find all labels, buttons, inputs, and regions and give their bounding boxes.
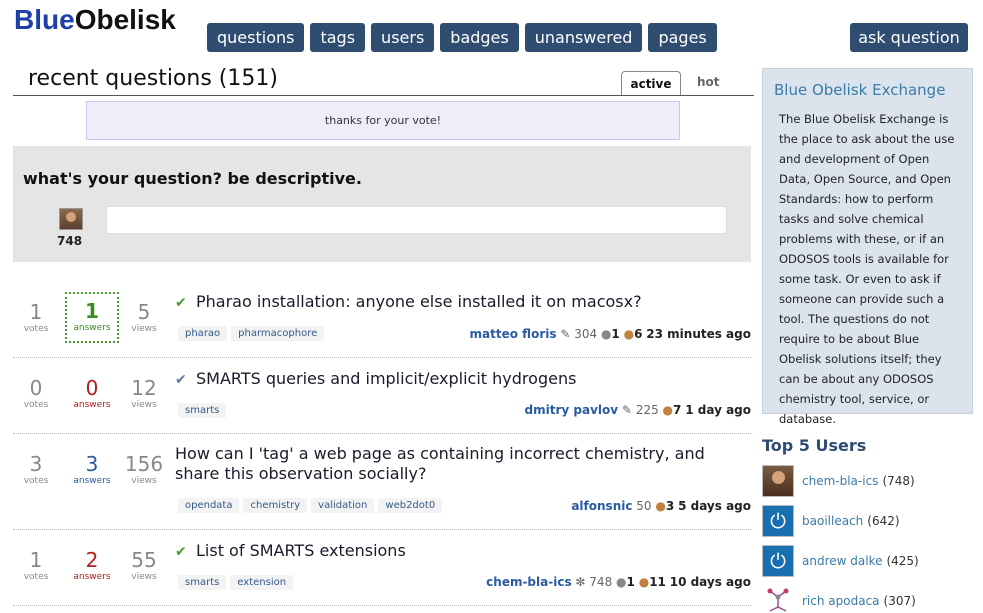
about-box: Blue Obelisk Exchange The Blue Obelisk E… [762,68,973,426]
tag-list: smarts [178,403,227,418]
question-title[interactable]: How can I 'tag' a web page as containing… [175,444,735,484]
bronze-badge-icon: ● [623,327,635,341]
votes-count: 1 votes [23,548,49,582]
user-link[interactable]: dmitry pavlov [525,403,619,417]
views-count: 55 views [131,548,157,582]
bronze-badge-icon: ● [655,499,666,513]
user-score: 748 [57,234,83,248]
top-user-name[interactable]: andrew dalke [802,554,882,568]
top-user-name[interactable]: baoilleach [802,514,863,528]
question-meta: alfonsnic 50 ●3 5 days ago [571,499,751,513]
heading-divider [13,95,754,96]
main-nav: questions tags users badges unanswered p… [207,23,717,52]
user-link[interactable]: matteo floris [470,327,557,341]
nav-questions[interactable]: questions [207,23,305,52]
tag-pharao[interactable]: pharao [178,326,228,341]
votes-count: 1 votes [23,300,49,334]
tag-web2dot0[interactable]: web2dot0 [378,498,443,513]
silver-badge-icon: ● [616,575,627,589]
question-meta: matteo floris ✎ 304 ●1 ●6 23 minutes ago [469,327,751,341]
tab-active[interactable]: active [621,71,681,96]
nav-pages[interactable]: pages [648,23,717,52]
tag-list: pharao pharmacophore [178,326,325,341]
question-row: 1 votes 1 answers 5 views ✔ Pharao installat… [13,292,751,348]
row-divider [13,357,751,358]
question-input[interactable] [106,206,727,234]
moderator-icon: ✻ [575,575,590,589]
top-user-score: (425) [886,554,919,568]
question-row: 3 votes 3 answers 156 views How can I 'tag'… [13,444,751,516]
question-meta: dmitry pavlov ✎ 225 ●7 1 day ago [524,403,751,417]
bronze-badge-icon: ● [638,575,650,589]
avatar [762,545,794,577]
nav-badges[interactable]: badges [440,23,519,52]
about-text: The Blue Obelisk Exchange is the place t… [779,112,955,426]
nav-users[interactable]: users [371,23,435,52]
question-title[interactable]: ✔ Pharao installation: anyone else instal… [175,292,745,313]
nav-unanswered[interactable]: unanswered [524,23,643,52]
question-title[interactable]: ✔ List of SMARTS extensions [175,541,745,562]
tag-list: smarts extension [178,575,294,590]
tag-smarts[interactable]: smarts [178,403,227,418]
tab-hot[interactable]: hot [697,75,720,89]
tag-pharmacophore[interactable]: pharmacophore [231,326,325,341]
top-user-name[interactable]: rich apodaca [802,594,880,608]
checkmark-icon: ✔ [175,372,187,388]
edit-icon: ✎ [560,327,575,341]
question-row: 1 votes 2 answers 55 views ✔ List of SMARTS … [13,541,751,597]
top-users-title: Top 5 Users [762,436,867,455]
avatar [59,208,83,230]
site-logo[interactable]: BlueObelisk [14,4,176,36]
bronze-badge-icon: ● [662,403,674,417]
top-user-item[interactable]: rich apodaca (307) [762,585,916,613]
answers-count: 0 answers [73,376,111,410]
ask-box-title: what's your question? be descriptive. [23,169,362,188]
checkmark-icon: ✔ [175,295,187,311]
question-row: 0 votes 0 answers 12 views ✔ SMARTS queries … [13,369,751,425]
tag-validation[interactable]: validation [311,498,375,513]
top-user-item[interactable]: andrew dalke (425) [762,545,919,577]
row-divider [13,605,751,606]
page-title: recent questions (151) [28,66,278,91]
ask-box: what's your question? be descriptive. 74… [13,146,751,262]
answers-count: 1 answers [65,292,119,343]
question-meta: chem-bla-ics ✻ 748 ●1 ●11 10 days ago [486,575,751,589]
row-divider [13,433,751,434]
avatar [762,465,794,497]
silver-badge-icon: ● [600,327,612,341]
views-count: 5 views [131,300,157,334]
checkmark-icon: ✔ [175,544,187,560]
answers-count: 2 answers [73,548,111,582]
question-title[interactable]: ✔ SMARTS queries and implicit/explicit hy… [175,369,745,390]
molecule-icon [762,585,794,613]
ask-question-button[interactable]: ask question [850,23,968,52]
views-count: 156 views [124,452,164,486]
top-user-score: (307) [883,594,916,608]
votes-count: 3 votes [23,452,49,486]
avatar [762,505,794,537]
row-divider [13,529,751,530]
tag-extension[interactable]: extension [230,575,294,590]
edit-icon: ✎ [621,403,636,417]
user-link[interactable]: alfonsnic [571,499,632,513]
top-user-item[interactable]: baoilleach (642) [762,505,900,537]
nav-tags[interactable]: tags [310,23,366,52]
views-count: 12 views [131,376,157,410]
top-user-item[interactable]: chem-bla-ics (748) [762,465,915,497]
user-link[interactable]: chem-bla-ics [486,575,571,589]
answers-count: 3 answers [73,452,111,486]
about-title: Blue Obelisk Exchange [774,81,946,99]
tag-list: opendata chemistry validation web2dot0 [178,498,443,513]
top-user-score: (748) [882,474,915,488]
tag-opendata[interactable]: opendata [178,498,240,513]
votes-count: 0 votes [23,376,49,410]
tag-smarts[interactable]: smarts [178,575,227,590]
tag-chemistry[interactable]: chemistry [243,498,308,513]
vote-notice: thanks for your vote! [86,101,680,140]
top-user-score: (642) [867,514,900,528]
top-user-name[interactable]: chem-bla-ics [802,474,878,488]
